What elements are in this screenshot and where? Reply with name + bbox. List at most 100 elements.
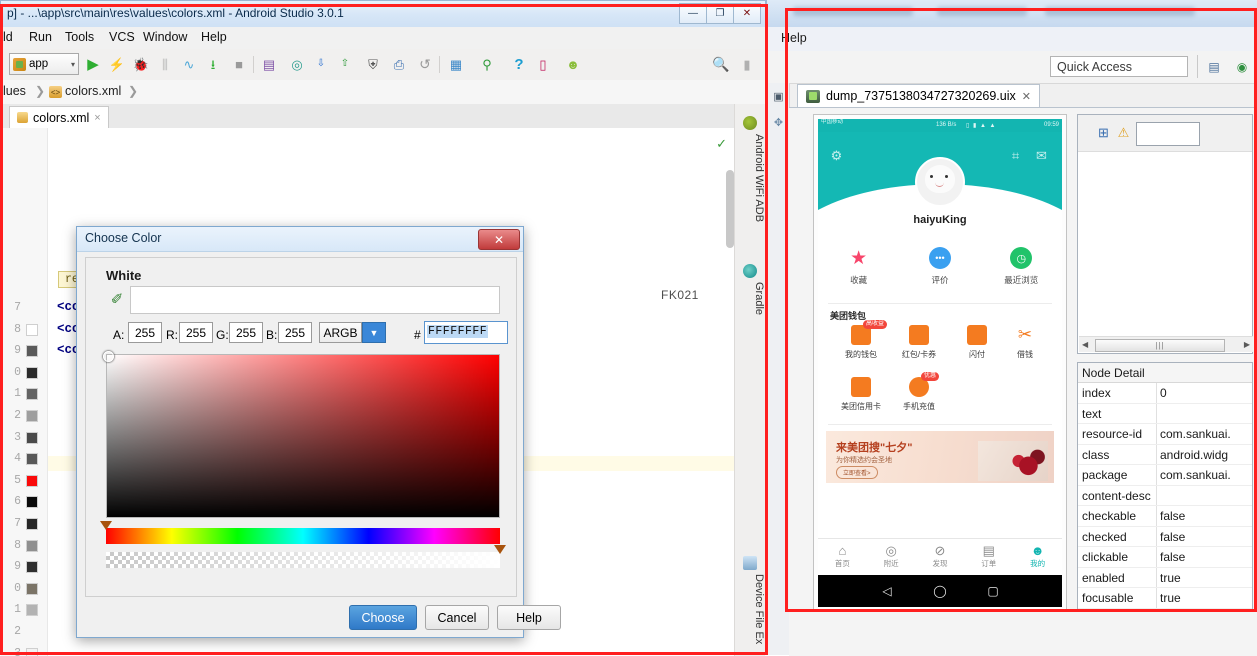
profile-icon[interactable]: ⫼ bbox=[155, 54, 175, 74]
red-input[interactable] bbox=[179, 322, 213, 343]
menu-build[interactable]: ld bbox=[3, 30, 13, 44]
close-icon[interactable]: × bbox=[94, 112, 100, 124]
undo-icon[interactable]: ↺ bbox=[415, 54, 435, 74]
color-swatch-gutter-icon[interactable] bbox=[26, 366, 38, 379]
alpha-slider[interactable] bbox=[106, 545, 506, 568]
back-icon[interactable]: ◁ bbox=[880, 584, 894, 598]
phone-screenshot[interactable]: 中国移动 136 B/s ▯ ▮ ▲ ▲ 09:59 ⚙ ⌗ ✉ haiyuKi… bbox=[818, 119, 1062, 607]
color-swatch-gutter-icon[interactable] bbox=[26, 410, 38, 422]
promo-banner[interactable]: 来美团搜"七夕" 为你精选约会圣地 立即查看> bbox=[826, 431, 1054, 483]
color-swatch-gutter-icon[interactable] bbox=[26, 431, 38, 444]
eyedropper-icon[interactable]: ✐ bbox=[108, 288, 126, 310]
breadcrumb-colors-xml[interactable]: colors.xml bbox=[65, 84, 121, 98]
node-detail-row[interactable]: checkable false bbox=[1078, 506, 1252, 527]
node-detail-panel[interactable]: Node Detail index 0 text resource-id com.san… bbox=[1077, 362, 1253, 612]
color-mode-select[interactable]: ARGB bbox=[319, 322, 362, 343]
alpha-input[interactable] bbox=[128, 322, 162, 343]
java-perspective-icon[interactable]: ◉ bbox=[1233, 58, 1251, 76]
menu-help[interactable]: Help bbox=[781, 31, 807, 45]
node-detail-row[interactable]: resource-id com.sankuai. bbox=[1078, 424, 1252, 445]
color-swatch-gutter-icon[interactable] bbox=[26, 604, 38, 617]
module-selector[interactable]: app ▾ bbox=[9, 53, 79, 75]
tool-tab-android-wifi-adb[interactable]: Android WiFi ADB bbox=[735, 114, 765, 222]
maximize-button[interactable]: ❐ bbox=[706, 3, 734, 24]
help-button[interactable]: Help bbox=[497, 605, 561, 630]
node-detail-row[interactable]: index 0 bbox=[1078, 383, 1252, 404]
color-swatch-gutter-icon[interactable] bbox=[26, 561, 38, 574]
color-swatch-gutter-icon[interactable] bbox=[26, 453, 38, 466]
nav-nearby[interactable]: ◎ 附近 bbox=[867, 543, 916, 569]
menu-tools[interactable]: Tools bbox=[65, 30, 94, 44]
node-detail-row[interactable]: class android.widg bbox=[1078, 445, 1252, 465]
menu-run[interactable]: Run bbox=[29, 30, 52, 44]
attach-debugger-icon[interactable]: ∿ bbox=[179, 54, 199, 74]
menu-help[interactable]: Help bbox=[201, 30, 227, 44]
search-icon[interactable]: 🔍 bbox=[711, 54, 731, 74]
color-swatch-gutter-icon[interactable] bbox=[26, 518, 38, 530]
node-detail-row[interactable]: package com.sankuai. bbox=[1078, 465, 1252, 486]
minimize-button[interactable]: — bbox=[679, 3, 707, 24]
nav-discover[interactable]: ⊘ 发现 bbox=[916, 543, 965, 569]
sync-icon[interactable]: ⭳ bbox=[203, 54, 223, 74]
device-screenshot-warning-icon[interactable]: ⚠ bbox=[1114, 123, 1133, 142]
wallet-item-recharge[interactable]: 优惠 手机充值 bbox=[890, 372, 948, 412]
node-tree-panel[interactable]: ⊞ ⚠ ◀ ||| ▶ bbox=[1077, 114, 1253, 354]
color-swatch-gutter-icon[interactable] bbox=[26, 345, 38, 358]
color-swatch-gutter-icon[interactable] bbox=[26, 539, 38, 552]
color-swatch-gutter-icon[interactable] bbox=[26, 496, 38, 509]
avatar[interactable] bbox=[915, 157, 965, 207]
close-icon[interactable]: ✕ bbox=[1022, 90, 1031, 103]
settings-gear-icon[interactable]: ⚙ bbox=[828, 147, 845, 164]
breadcrumb-values[interactable]: lues bbox=[3, 84, 26, 98]
run-icon[interactable]: ▶ bbox=[83, 54, 103, 74]
stat-reviews[interactable]: ••• 评价 bbox=[899, 247, 980, 286]
cancel-button[interactable]: Cancel bbox=[425, 605, 489, 630]
color-swatch-gutter-icon[interactable] bbox=[26, 582, 38, 595]
close-button[interactable]: ✕ bbox=[733, 3, 761, 24]
tab-colors-xml[interactable]: colors.xml × bbox=[9, 106, 109, 128]
green-input[interactable] bbox=[229, 322, 263, 343]
wallet-item-credit-card[interactable]: 美团信用卡 bbox=[832, 377, 890, 412]
profile-panel-icon[interactable]: ▮ bbox=[737, 54, 757, 74]
tool-tab-device-file-explorer[interactable]: Device File Ex bbox=[735, 554, 765, 644]
lightning-icon[interactable]: ⚡ bbox=[107, 54, 127, 74]
debug-icon[interactable]: 🐞 bbox=[131, 54, 151, 74]
node-detail-row[interactable]: checked false bbox=[1078, 527, 1252, 547]
stat-recent[interactable]: ◷ 最近浏览 bbox=[981, 247, 1062, 286]
tab-uix-dump[interactable]: dump_7375138034727320269.uix ✕ bbox=[797, 84, 1040, 107]
layout-inspector-icon[interactable]: ⛨ bbox=[363, 54, 383, 74]
editor-scrollbar-thumb[interactable] bbox=[726, 170, 734, 248]
scroll-thumb[interactable]: ||| bbox=[1095, 339, 1225, 352]
stat-favorites[interactable]: ★ 收藏 bbox=[818, 247, 899, 286]
sdk-manager-icon[interactable]: ◎ bbox=[287, 54, 307, 74]
scroll-left-arrow-icon[interactable]: ◀ bbox=[1082, 340, 1088, 349]
home-icon[interactable]: ◯ bbox=[933, 584, 947, 598]
blue-input[interactable] bbox=[278, 322, 312, 343]
choose-button[interactable]: Choose bbox=[349, 605, 417, 630]
wallet-item-loan[interactable]: ✂ 借钱 bbox=[996, 325, 1054, 360]
color-swatch-gutter-icon[interactable] bbox=[26, 474, 38, 487]
device-monitor-icon[interactable]: ⎙ bbox=[389, 54, 409, 74]
dialog-close-button[interactable]: ✕ bbox=[478, 229, 520, 250]
choose-color-dialog[interactable]: Choose Color ✕ White ✐ A: R: G: B: ARGB … bbox=[76, 226, 561, 638]
sv-selector-handle[interactable] bbox=[103, 351, 114, 362]
color-mode-chevron-down-icon[interactable]: ▼ bbox=[362, 322, 386, 343]
qrcode-scan-icon[interactable]: ⌗ bbox=[1007, 147, 1024, 164]
mail-icon[interactable]: ✉ bbox=[1033, 147, 1050, 164]
scroll-right-arrow-icon[interactable]: ▶ bbox=[1244, 340, 1250, 349]
vcs-update-icon[interactable]: ⇩ bbox=[311, 54, 331, 74]
wallet-item-my-wallet[interactable]: 高收益 我的钱包 bbox=[832, 320, 890, 360]
alpha-slider-handle[interactable] bbox=[494, 545, 506, 554]
gradle-sync-icon[interactable]: ⚲ bbox=[477, 54, 497, 74]
node-detail-row[interactable]: text bbox=[1078, 404, 1252, 424]
ddms-icon[interactable]: ✥ bbox=[771, 115, 786, 130]
help-icon[interactable]: ? bbox=[509, 54, 529, 74]
saturation-value-area[interactable] bbox=[103, 351, 500, 518]
new-perspective-icon[interactable]: ▤ bbox=[1205, 58, 1223, 76]
nav-profile[interactable]: ☻ 我的 bbox=[1013, 543, 1062, 569]
node-detail-row[interactable]: content-desc bbox=[1078, 486, 1252, 506]
hue-slider-handle[interactable] bbox=[100, 521, 112, 530]
device-icon[interactable]: ▯ bbox=[533, 54, 553, 74]
package-explorer-icon[interactable]: ▣ bbox=[771, 89, 786, 104]
tree-horizontal-scrollbar[interactable]: ◀ ||| ▶ bbox=[1079, 336, 1253, 352]
